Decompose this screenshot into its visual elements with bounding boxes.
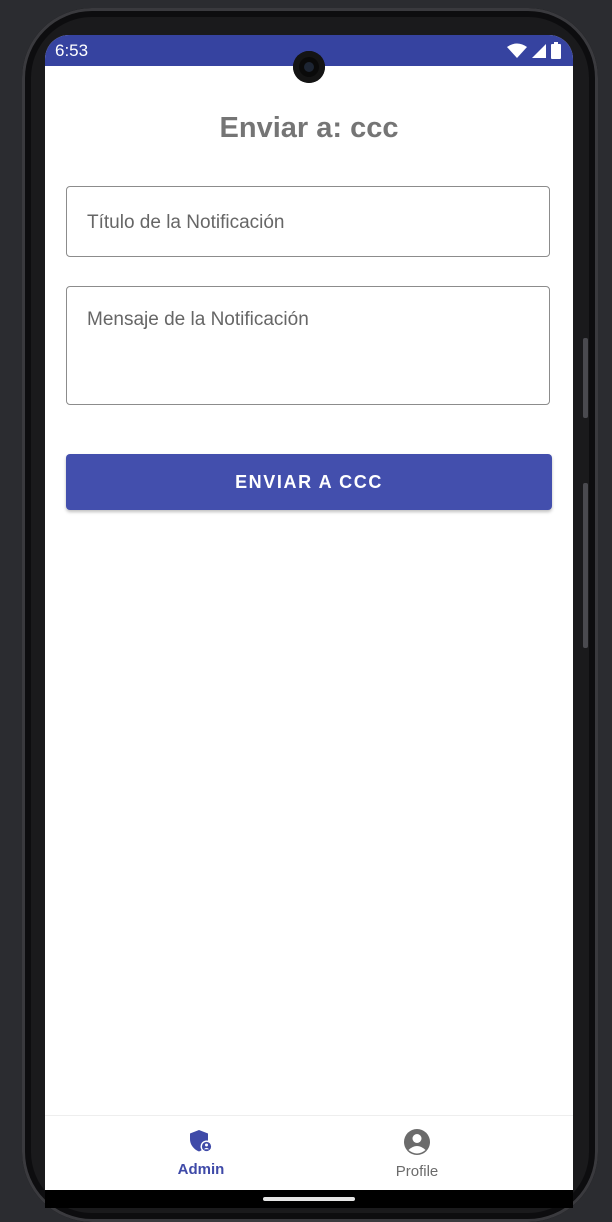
nav-label-admin: Admin <box>177 1161 225 1178</box>
send-notification-button[interactable]: ENVIAR A CCC <box>66 454 552 510</box>
nav-item-profile[interactable]: Profile <box>357 1128 477 1180</box>
page-title: Enviar a: ccc <box>219 112 399 144</box>
status-time: 6:53 <box>55 41 89 60</box>
signal-icon <box>532 43 546 58</box>
battery-icon <box>551 42 561 59</box>
front-camera <box>293 51 325 83</box>
volume-button <box>583 338 588 418</box>
nav-item-admin[interactable]: Admin <box>141 1128 261 1178</box>
notification-title-field[interactable]: Título de la Notificación <box>66 186 550 257</box>
app-screen: 6:53 Enviar a: ccc Título de la Notifica… <box>45 35 573 1190</box>
power-button <box>583 483 588 648</box>
status-icons <box>507 42 561 59</box>
bottom-navigation: Admin Profile <box>45 1115 573 1190</box>
admin-shield-icon <box>190 1130 213 1153</box>
notification-title-placeholder: Título de la Notificación <box>87 212 285 233</box>
notification-message-field[interactable]: Mensaje de la Notificación <box>66 286 550 405</box>
wifi-icon <box>507 43 527 58</box>
profile-icon <box>404 1129 430 1155</box>
gesture-handle[interactable] <box>263 1197 355 1201</box>
gesture-area <box>45 1190 573 1208</box>
notification-message-placeholder: Mensaje de la Notificación <box>87 309 309 330</box>
nav-label-profile: Profile <box>395 1163 439 1180</box>
